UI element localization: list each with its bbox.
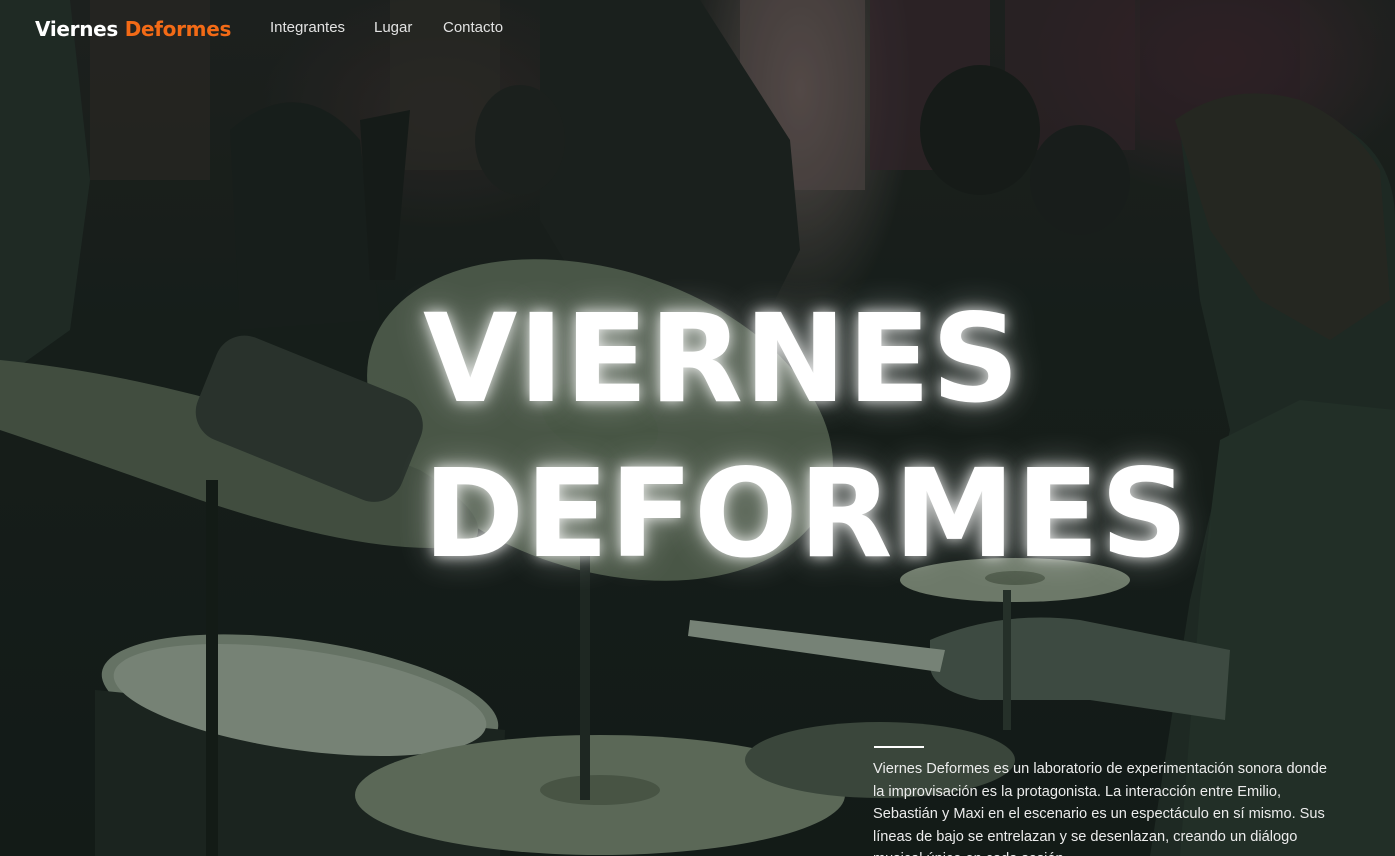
navbar: Viernes Deformes Integrantes Lugar Conta… bbox=[0, 0, 1395, 58]
hero-title-line-2: DEFORMES bbox=[423, 443, 1190, 585]
hero-title: VIERNES DEFORMES bbox=[423, 282, 1189, 592]
brand-second-word: Deformes bbox=[124, 17, 232, 41]
brand-first-word: Viernes bbox=[35, 17, 119, 41]
nav-link-contacto[interactable]: Contacto bbox=[443, 19, 503, 36]
nav-link-lugar[interactable]: Lugar bbox=[374, 19, 412, 36]
brand-logo[interactable]: Viernes Deformes bbox=[35, 17, 231, 41]
hero-title-line-1: VIERNES bbox=[423, 288, 1021, 430]
hero-section: Viernes Deformes Integrantes Lugar Conta… bbox=[0, 0, 1395, 856]
nav-link-integrantes[interactable]: Integrantes bbox=[270, 19, 345, 36]
description-divider bbox=[874, 746, 924, 748]
hero-description: Viernes Deformes es un laboratorio de ex… bbox=[873, 761, 1328, 856]
